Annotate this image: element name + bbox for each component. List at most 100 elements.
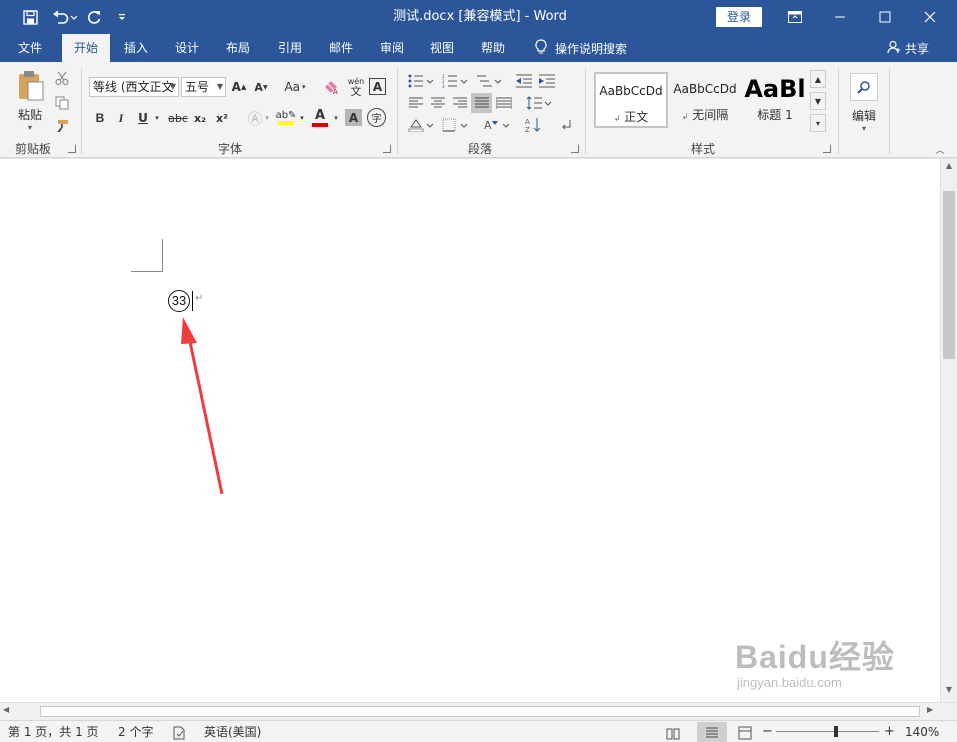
page-count[interactable]: 第 1 页，共 1 页 <box>8 721 99 742</box>
line-spacing-icon[interactable] <box>524 94 554 112</box>
paste-button[interactable]: 粘贴 ▾ <box>10 70 50 132</box>
align-center-icon[interactable] <box>428 94 448 112</box>
styles-scroll-down-icon[interactable]: ▼ <box>810 92 826 110</box>
zoom-out-icon[interactable]: − <box>762 721 773 742</box>
maximize-icon[interactable] <box>862 0 908 34</box>
read-mode-icon[interactable] <box>666 725 680 742</box>
cut-icon[interactable] <box>54 70 70 86</box>
ribbon-display-options-icon[interactable] <box>772 0 818 34</box>
font-size-combo[interactable]: 五号 ▼ <box>181 77 226 97</box>
vertical-scrollbar[interactable]: ▲ ▼ <box>940 159 957 702</box>
vertical-scroll-thumb[interactable] <box>943 191 955 359</box>
word-count[interactable]: 2 个字 <box>118 721 153 742</box>
web-layout-icon[interactable] <box>738 725 752 742</box>
numbering-icon[interactable]: 123 <box>440 72 470 90</box>
styles-more-icon[interactable]: ▾ <box>810 114 826 132</box>
strikethrough-button[interactable]: abc <box>168 110 188 126</box>
document-canvas[interactable]: 33 ↵ Baidu经验 jingyan.baidu.com <box>0 159 940 702</box>
sort-icon[interactable]: AZ <box>524 116 544 134</box>
distributed-icon[interactable] <box>494 94 514 112</box>
character-shading-button[interactable]: A <box>345 109 362 126</box>
collapse-ribbon-icon[interactable]: ︿ <box>934 144 946 156</box>
superscript-button[interactable]: x² <box>214 110 230 126</box>
close-icon[interactable] <box>907 0 953 34</box>
print-layout-icon[interactable] <box>697 722 727 742</box>
paragraph-launcher-icon[interactable] <box>571 145 579 153</box>
bold-button[interactable]: B <box>93 110 107 126</box>
redo-icon[interactable] <box>80 0 108 34</box>
justify-icon[interactable] <box>471 93 492 113</box>
font-color-dropdown-icon[interactable]: ▾ <box>331 110 341 126</box>
horizontal-scrollbar[interactable]: ◀ ▶ <box>0 702 957 720</box>
grow-font-icon[interactable]: A ▲ <box>230 78 248 96</box>
change-case-button[interactable]: Aa ▾ <box>280 78 310 96</box>
text-effects-dropdown-icon[interactable]: ▾ <box>262 110 272 126</box>
clear-formatting-icon[interactable]: A <box>322 78 342 96</box>
align-right-icon[interactable] <box>450 94 470 112</box>
scroll-right-icon[interactable]: ▶ <box>927 705 933 714</box>
highlight-button[interactable]: ab✎ <box>276 108 296 128</box>
tab-view[interactable]: 视图 <box>420 34 464 62</box>
align-left-icon[interactable] <box>406 94 426 112</box>
tab-insert[interactable]: 插入 <box>114 34 158 62</box>
customize-quick-access-icon[interactable] <box>108 0 136 34</box>
character-border-button[interactable]: A <box>369 78 386 95</box>
style-normal[interactable]: AaBbCcDd ↲ 正文 <box>594 72 668 128</box>
clipboard-launcher-icon[interactable] <box>68 145 76 153</box>
font-color-button[interactable]: A <box>310 108 330 128</box>
zoom-slider-track[interactable] <box>776 731 879 732</box>
styles-launcher-icon[interactable] <box>823 145 831 153</box>
asian-layout-icon[interactable]: A <box>482 116 512 134</box>
style-name: 无间隔 <box>692 108 729 122</box>
paste-dropdown-icon[interactable]: ▾ <box>28 123 32 132</box>
phonetic-guide-button[interactable]: wén 文 <box>345 76 367 98</box>
font-name-combo[interactable]: 等线 (西文正文 ▼ <box>89 77 179 97</box>
shrink-font-icon[interactable]: A ▼ <box>252 78 270 96</box>
editing-button[interactable]: 编辑 ▾ <box>846 70 882 136</box>
tab-design[interactable]: 设计 <box>165 34 209 62</box>
highlight-dropdown-icon[interactable]: ▾ <box>297 110 307 126</box>
underline-dropdown-icon[interactable]: ▾ <box>152 110 162 126</box>
decrease-indent-icon[interactable] <box>514 72 534 90</box>
zoom-in-icon[interactable]: + <box>884 721 895 742</box>
tab-help[interactable]: 帮助 <box>471 34 515 62</box>
subscript-button[interactable]: x₂ <box>192 110 208 126</box>
styles-scroll-up-icon[interactable]: ▲ <box>810 70 826 88</box>
bullets-icon[interactable] <box>406 72 436 90</box>
login-button[interactable]: 登录 <box>716 7 762 27</box>
save-icon[interactable] <box>16 0 44 34</box>
increase-indent-icon[interactable] <box>537 72 557 90</box>
style-no-spacing[interactable]: AaBbCcDd ↲ 无间隔 <box>668 72 742 128</box>
italic-button[interactable]: I <box>114 110 128 126</box>
zoom-slider-thumb[interactable] <box>834 726 838 737</box>
baidu-watermark: Baidu经验 jingyan.baidu.com <box>735 639 895 691</box>
undo-icon[interactable] <box>48 0 82 34</box>
tab-references[interactable]: 引用 <box>268 34 312 62</box>
format-painter-icon[interactable] <box>54 118 70 134</box>
language-indicator[interactable]: 英语(美国) <box>204 721 261 742</box>
horizontal-scroll-thumb[interactable] <box>40 706 920 717</box>
borders-icon[interactable] <box>440 116 470 134</box>
shading-icon[interactable] <box>406 116 436 134</box>
zoom-level[interactable]: 140% <box>905 721 939 742</box>
tab-file[interactable]: 文件 <box>8 34 52 62</box>
scroll-down-icon[interactable]: ▼ <box>941 685 957 699</box>
share-button[interactable]: 共享 <box>887 34 929 62</box>
proofing-icon[interactable] <box>172 725 186 742</box>
scroll-left-icon[interactable]: ◀ <box>3 705 9 714</box>
show-formatting-marks-icon[interactable] <box>557 116 575 134</box>
font-launcher-icon[interactable] <box>383 145 391 153</box>
enclose-characters-button[interactable]: 字 <box>367 108 386 127</box>
multilevel-list-icon[interactable] <box>474 72 504 90</box>
scroll-up-icon[interactable]: ▲ <box>941 161 957 175</box>
tell-me-label: 操作说明搜索 <box>555 41 628 56</box>
tell-me-search[interactable]: 操作说明搜索 <box>535 34 627 62</box>
underline-button[interactable]: U <box>136 110 150 126</box>
tab-home[interactable]: 开始 <box>62 34 110 63</box>
tab-layout[interactable]: 布局 <box>216 34 260 62</box>
tab-mailings[interactable]: 邮件 <box>319 34 363 62</box>
copy-icon[interactable] <box>54 95 70 111</box>
minimize-icon[interactable] <box>817 0 863 34</box>
tab-review[interactable]: 审阅 <box>370 34 414 62</box>
style-heading-1[interactable]: AaBl 标题 1 <box>742 72 808 128</box>
